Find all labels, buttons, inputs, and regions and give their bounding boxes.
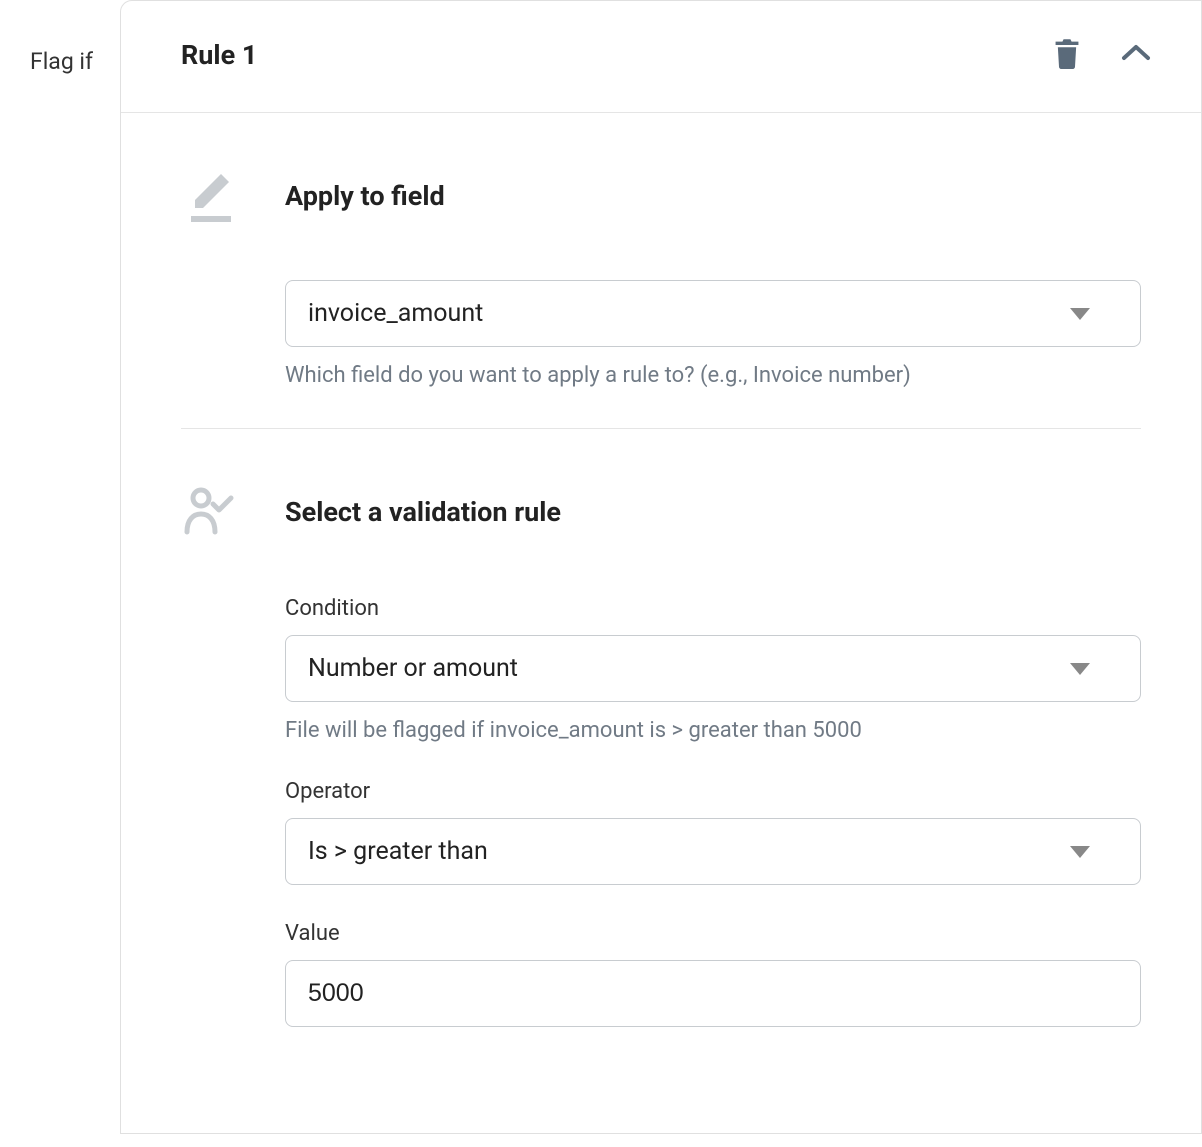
field-select[interactable]: invoice_amount [285, 280, 1141, 347]
condition-label: Condition [285, 596, 1141, 621]
field-select-value: invoice_amount [308, 299, 483, 328]
value-label: Value [285, 921, 1141, 946]
caret-down-icon [1070, 846, 1090, 858]
rule-card: Rule 1 [120, 0, 1202, 1134]
flag-if-label: Flag if [0, 0, 120, 75]
collapse-rule-button[interactable] [1121, 44, 1151, 65]
edit-icon [181, 168, 237, 224]
apply-to-field-section: Apply to field invoice_amount Which fiel… [181, 113, 1141, 429]
condition-helper: File will be flagged if invoice_amount i… [285, 718, 1141, 743]
apply-to-field-heading: Apply to field [285, 180, 445, 212]
caret-down-icon [1070, 308, 1090, 320]
operator-select[interactable]: Is > greater than [285, 818, 1141, 885]
chevron-up-icon [1121, 44, 1151, 65]
validation-rule-section: Select a validation rule Condition Numbe… [181, 429, 1141, 1103]
validation-rule-heading: Select a validation rule [285, 496, 561, 528]
rule-header: Rule 1 [121, 1, 1201, 113]
delete-rule-button[interactable] [1053, 37, 1081, 72]
operator-select-value: Is > greater than [308, 837, 488, 866]
trash-icon [1053, 37, 1081, 72]
condition-select-value: Number or amount [308, 654, 518, 683]
operator-label: Operator [285, 779, 1141, 804]
rule-title: Rule 1 [181, 39, 257, 71]
caret-down-icon [1070, 663, 1090, 675]
value-input[interactable] [285, 960, 1141, 1027]
condition-select[interactable]: Number or amount [285, 635, 1141, 702]
person-check-icon [181, 484, 237, 540]
field-select-helper: Which field do you want to apply a rule … [285, 363, 1141, 388]
